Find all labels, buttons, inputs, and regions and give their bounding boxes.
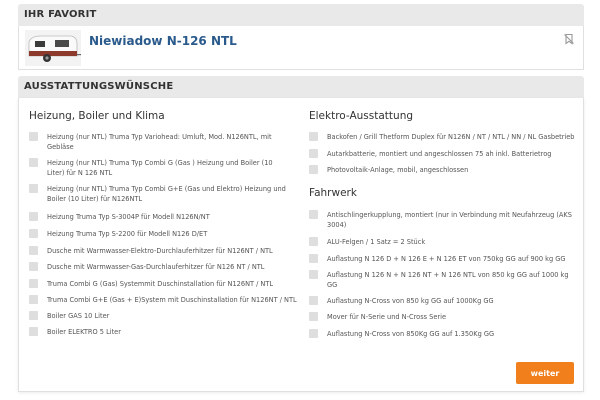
checkbox[interactable] bbox=[29, 229, 38, 238]
option-label: Truma Combi G+E (Gas + E)System mit Dusc… bbox=[47, 296, 297, 304]
option-label: Mover für N-Serie und N-Cross Serie bbox=[327, 313, 447, 321]
ausstattung-card: Heizung, Boiler und Klima Heizung (nur N… bbox=[18, 98, 584, 392]
favorit-header: IHR FAVORIT bbox=[18, 4, 584, 26]
option-label: Truma Combi G (Gas) Systemmit Duschinsta… bbox=[47, 280, 274, 288]
option-label: Dusche mit Warmwasser-Gas-Durchlauferhit… bbox=[47, 263, 265, 271]
favorit-card: Niewiadow N-126 NTL bbox=[18, 26, 584, 70]
checkbox[interactable] bbox=[309, 149, 318, 158]
option-label: Heizung Truma Typ S-3004P für Modell N12… bbox=[47, 213, 210, 221]
checkbox[interactable] bbox=[309, 270, 318, 279]
checkbox[interactable] bbox=[29, 212, 38, 221]
checkbox[interactable] bbox=[29, 184, 38, 193]
option-label: Antischlingerkupplung, montiert (nur in … bbox=[327, 211, 572, 229]
option-label: Heizung Truma Typ S-2200 für Modell N126… bbox=[47, 230, 208, 238]
option-label: Autarkbatterie, montiert und angeschloss… bbox=[327, 150, 552, 158]
checkbox[interactable] bbox=[29, 295, 38, 304]
weiter-button[interactable]: weiter bbox=[516, 362, 574, 384]
option-label: Dusche mit Warmwasser-Elektro-Durchlaufe… bbox=[47, 247, 273, 255]
caravan-thumbnail[interactable] bbox=[25, 30, 81, 66]
checkbox[interactable] bbox=[309, 254, 318, 263]
bookmark-remove-icon[interactable] bbox=[563, 33, 575, 45]
checkbox[interactable] bbox=[309, 312, 318, 321]
option-label: ALU-Felgen / 1 Satz = 2 Stück bbox=[327, 238, 426, 246]
option-label: Auflastung N 126 D + N 126 E + N 126 ET … bbox=[327, 255, 566, 263]
checkbox[interactable] bbox=[29, 262, 38, 271]
option-label: Boiler ELEKTRO 5 Liter bbox=[47, 328, 121, 336]
checkbox[interactable] bbox=[309, 237, 318, 246]
checkbox[interactable] bbox=[29, 246, 38, 255]
checkbox[interactable] bbox=[29, 327, 38, 336]
group-title-heizung: Heizung, Boiler und Klima bbox=[29, 110, 165, 122]
option-label: Heizung (nur NTL) Truma Typ Combi G+E (G… bbox=[47, 185, 286, 203]
group-title-elektro: Elektro-Ausstattung bbox=[309, 110, 414, 122]
checkbox[interactable] bbox=[29, 158, 38, 167]
option-label: Boiler GAS 10 Liter bbox=[47, 312, 110, 320]
checkbox[interactable] bbox=[29, 279, 38, 288]
option-label: Heizung (nur NTL) Truma Typ Combi G (Gas… bbox=[47, 159, 273, 177]
option-label: Auflastung N 126 N + N 126 NT + N 126 NT… bbox=[327, 271, 569, 289]
checkbox[interactable] bbox=[309, 329, 318, 338]
checkbox[interactable] bbox=[29, 132, 38, 141]
favorit-title[interactable]: Niewiadow N-126 NTL bbox=[89, 34, 237, 48]
checkbox[interactable] bbox=[309, 132, 318, 141]
option-label: Backofen / Grill Thetform Duplex für N12… bbox=[327, 133, 575, 141]
checkbox[interactable] bbox=[309, 296, 318, 305]
option-label: Photovoltaik-Anlage, mobil, angeschlosse… bbox=[327, 166, 469, 174]
checkbox[interactable] bbox=[309, 165, 318, 174]
group-title-fahrwerk: Fahrwerk bbox=[309, 187, 357, 199]
ausstattung-header: AUSSTATTUNGSWÜNSCHE bbox=[18, 76, 584, 98]
checkbox[interactable] bbox=[309, 210, 318, 219]
option-label: Auflastung N-Cross von 850Kg GG auf 1.35… bbox=[327, 330, 495, 338]
checkbox[interactable] bbox=[29, 311, 38, 320]
option-label: Auflastung N-Cross von 850 kg GG auf 100… bbox=[327, 297, 494, 305]
option-label: Heizung (nur NTL) Truma Typ Variohead: U… bbox=[47, 133, 272, 151]
